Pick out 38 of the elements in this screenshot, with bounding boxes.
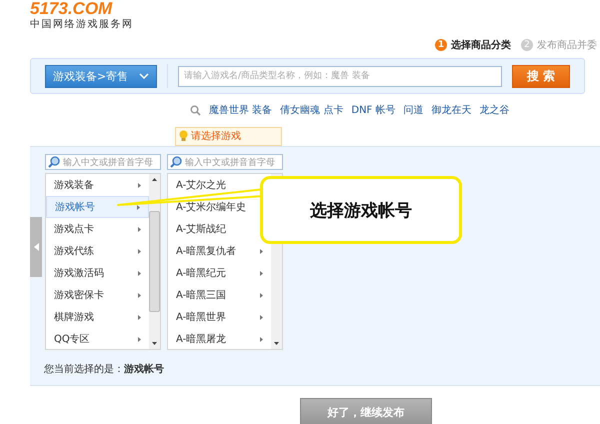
hot-link[interactable]: 倩女幽魂 点卡 (280, 103, 344, 117)
search-icon (190, 104, 201, 116)
triangle-down-icon[interactable] (152, 342, 157, 345)
callout-text: 选择游戏帐号 (310, 200, 412, 222)
hot-link[interactable]: 御龙在天 (432, 103, 472, 117)
hot-link[interactable]: 龙之谷 (480, 103, 510, 117)
list-item[interactable]: A-暗黑屠龙 (168, 328, 271, 349)
list-item[interactable]: 游戏装备 (46, 174, 149, 196)
logo-tagline: 中国网络游戏服务网 (30, 18, 134, 31)
list-item[interactable]: 游戏帐号 (46, 196, 149, 218)
list-item[interactable]: 游戏激活码 (46, 262, 149, 284)
current-selection-text: 您当前选择的是：游戏帐号 (44, 362, 165, 376)
list-item[interactable]: A-暗黑世界 (168, 306, 271, 328)
list-item[interactable]: 棋牌游戏 (46, 306, 149, 328)
list-item[interactable]: 游戏点卡 (46, 218, 149, 240)
hot-link[interactable]: 魔兽世界 装备 (209, 103, 272, 117)
search-field[interactable]: 请输入游戏名/商品类型名称，例如：魔兽 装备 (178, 66, 502, 86)
triangle-left-icon (34, 243, 38, 251)
search-icon (48, 156, 60, 168)
list-item[interactable]: QQ专区 (46, 328, 149, 349)
lightbulb-icon (179, 130, 188, 142)
list-item[interactable]: A-暗黑三国 (168, 284, 271, 306)
hot-link[interactable]: DNF 帐号 (351, 103, 396, 117)
chevron-down-icon (139, 73, 149, 79)
list-item[interactable]: A-暗黑复仇者 (168, 240, 271, 262)
search-icon (170, 156, 182, 168)
list-item[interactable]: A-暗黑纪元 (168, 262, 271, 284)
triangle-down-icon[interactable] (274, 342, 279, 345)
triangle-up-icon[interactable] (152, 178, 157, 181)
hot-link[interactable]: 问道 (404, 103, 424, 117)
list-item[interactable]: 游戏密保卡 (46, 284, 149, 306)
tip-text: 请选择游戏 (191, 130, 241, 143)
logo-brand: 5173.COM (30, 0, 114, 17)
filter-placeholder: 输入中文或拼音首字母 (185, 156, 275, 168)
scrollbar[interactable] (149, 174, 160, 349)
list-item[interactable]: 游戏代练 (46, 240, 149, 262)
filter-placeholder: 输入中文或拼音首字母 (63, 156, 153, 168)
step-label: 1 选择商品分类 (435, 38, 511, 52)
